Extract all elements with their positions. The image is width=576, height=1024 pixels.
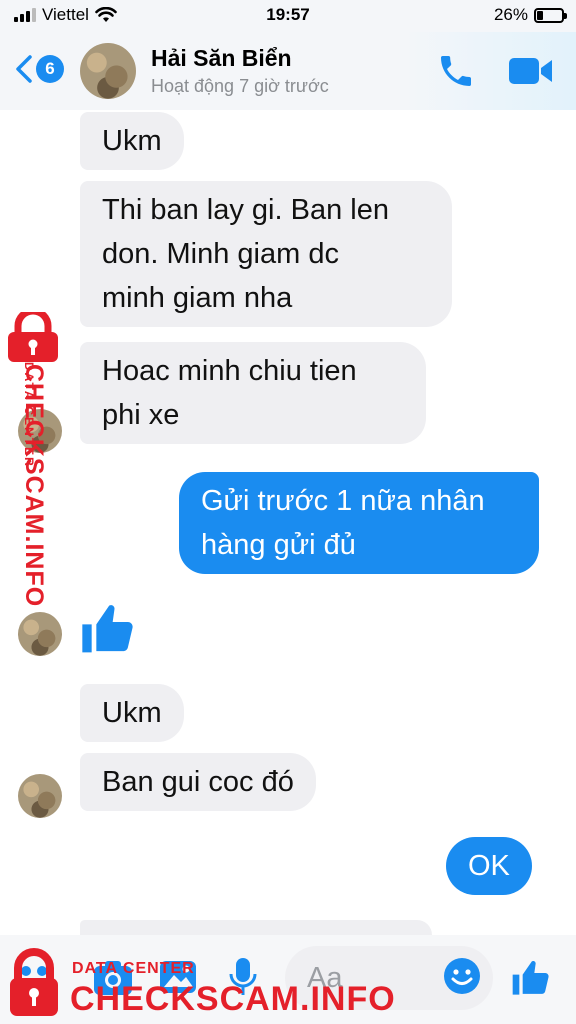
status-bar: Viettel 19:57 26%: [0, 0, 576, 32]
phone-icon: [441, 56, 471, 86]
watermark-subtext: DATA CENTER: [22, 362, 36, 468]
message-bubble-outgoing[interactable]: OK: [446, 837, 532, 895]
back-button[interactable]: 6: [14, 54, 64, 84]
watermark-lock-icon: [8, 312, 58, 362]
thumbs-up-message[interactable]: [80, 600, 136, 663]
message-bubble-incoming[interactable]: Ban gui coc đó: [80, 753, 316, 811]
sender-avatar: [18, 612, 62, 656]
call-button[interactable]: [436, 51, 476, 96]
smiley-icon: [444, 958, 480, 994]
chevron-left-icon: [16, 55, 32, 83]
conversation-header: 6 Hải Săn Biển Hoạt động 7 giờ trước: [0, 32, 576, 110]
video-camera-icon: [509, 58, 552, 84]
watermark-subtext: DATA CENTER: [72, 960, 195, 977]
message-bubble-incoming[interactable]: Hoac minh chiu tien phi xe: [80, 342, 426, 444]
send-like-button[interactable]: [510, 958, 552, 1003]
message-bubble-incoming[interactable]: Thi ban lay gi. Ban len don. Minh giam d…: [80, 181, 452, 327]
watermark-text: CHECKSCAM.INFO: [70, 980, 396, 1018]
thumbs-up-icon: [82, 605, 133, 653]
contact-avatar[interactable]: [80, 43, 136, 99]
contact-name[interactable]: Hải Săn Biển: [151, 45, 292, 72]
message-bubble-incoming[interactable]: Ukm: [80, 684, 184, 742]
battery-percent: 26%: [493, 5, 528, 24]
message-bubble-incoming[interactable]: Ukm: [80, 112, 184, 170]
video-call-button[interactable]: [508, 56, 554, 91]
thumbs-up-icon: [512, 960, 549, 995]
unread-count-badge: 6: [36, 55, 64, 83]
emoji-button[interactable]: [442, 956, 482, 1001]
clock: 19:57: [266, 5, 310, 24]
message-bubble-outgoing[interactable]: Gửi trước 1 nữa nhân hàng gửi đủ: [179, 472, 539, 574]
battery-icon: [534, 7, 567, 23]
sender-avatar: [18, 774, 62, 818]
watermark-lock-icon: [10, 948, 58, 1016]
contact-status: Hoạt động 7 giờ trước: [151, 76, 329, 96]
battery-group: 26%: [493, 5, 567, 25]
